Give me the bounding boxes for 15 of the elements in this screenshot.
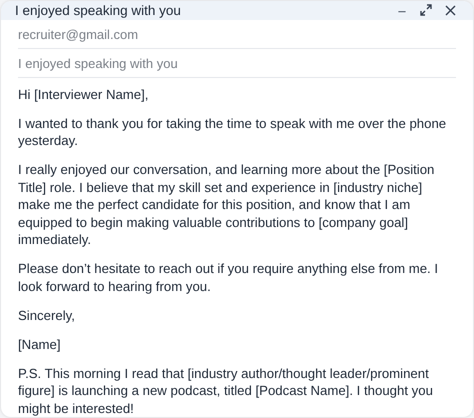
window-title: I enjoyed speaking with you (15, 2, 181, 18)
message-paragraph: Please don’t hesitate to reach out if you require anything else from me. I look forward to hearing from you. (18, 260, 440, 295)
expand-icon (420, 4, 432, 16)
message-paragraph: Sincerely, (18, 306, 76, 324)
close-icon (444, 4, 456, 16)
message-paragraph: Hi [Interviewer Name], (18, 86, 150, 103)
message-paragraph: I really enjoyed our conversation, and learning more about the [Position Title] role. I believe that my skill set and experience in [industry niche] make me the perfect candidate for this position, and know that I am equipped to begin making valuable contributions to [company goal] immediately. (18, 161, 436, 248)
expand-button[interactable] (419, 3, 433, 18)
message-paragraph: P.S. This morning I read that [industry author/thought leader/prominent figure] is launching a new podcast, titled [Podcast Name]. I thought you might be interested! (18, 364, 434, 417)
message-paragraph: [Name] (18, 336, 62, 353)
minimize-button[interactable]: – (395, 3, 409, 18)
subject-field[interactable]: I enjoyed speaking with you (18, 48, 456, 78)
recipient-field[interactable]: recruiter@gmail.com (18, 20, 456, 48)
message-paragraph: I wanted to thank you for taking the time to speak with me over the phone yesterday. (18, 114, 448, 150)
close-button[interactable] (443, 3, 457, 18)
